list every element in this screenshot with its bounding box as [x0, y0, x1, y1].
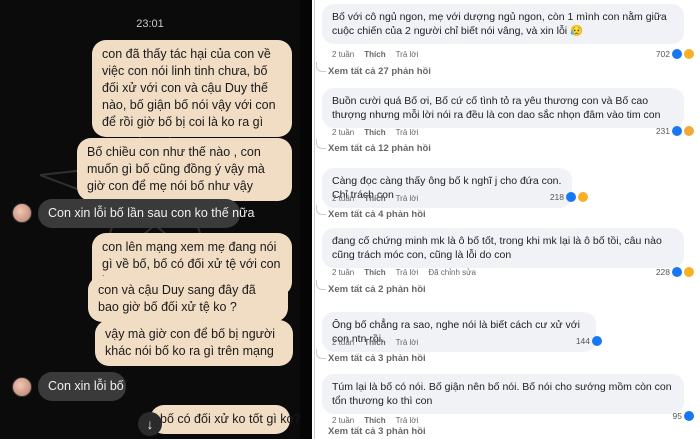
thread-elbow: [316, 62, 326, 72]
chat-message[interactable]: Con xin lỗi bố lần sau con ko thế nữa: [38, 199, 254, 228]
comment-time: 2 tuần: [332, 128, 355, 137]
reaction-count: 218: [549, 192, 564, 202]
like-button[interactable]: Thích: [364, 194, 385, 203]
chat-message[interactable]: vậy mà giờ con để bố bị người khác nói b…: [95, 320, 293, 366]
like-reaction-icon: [566, 192, 576, 202]
reaction-count: 231: [655, 126, 670, 136]
comment-meta: 2 tuần Thích Trả lời: [332, 338, 418, 347]
comment-text: Bố với cô ngủ ngon, mẹ với dượng ngủ ngo…: [322, 4, 684, 44]
view-replies-link[interactable]: Xem tất cả 3 phản hồi: [328, 426, 426, 437]
panel-divider: [300, 0, 312, 439]
reaction-count: 228: [655, 267, 670, 277]
chat-message[interactable]: con đã thấy tác hại của con về việc con …: [92, 40, 292, 137]
sad-reaction-icon: [684, 126, 694, 136]
comment-meta: 2 tuần Thích Trả lời: [332, 416, 418, 425]
edited-label: Đã chỉnh sửa: [428, 268, 476, 277]
thread-line: [314, 0, 315, 439]
like-button[interactable]: Thích: [364, 416, 385, 425]
like-reaction-icon: [672, 126, 682, 136]
arrow-down-icon[interactable]: ↓: [138, 412, 162, 436]
haha-reaction-icon: [578, 192, 588, 202]
chat-message[interactable]: Bố chiều con như thế nào , con muốn gì b…: [77, 138, 292, 201]
reaction-count: 95: [672, 411, 682, 421]
view-replies-link[interactable]: Xem tất cả 2 phản hồi: [328, 284, 426, 295]
reply-button[interactable]: Trả lời: [396, 268, 419, 277]
comment-meta: 2 tuần Thích Trả lời: [332, 128, 418, 137]
comment-time: 2 tuần: [332, 268, 355, 277]
reply-button[interactable]: Trả lời: [396, 128, 419, 137]
reaction-summary[interactable]: 95: [673, 411, 694, 421]
comments-panel: Bố với cô ngủ ngon, mẹ với dượng ngủ ngo…: [312, 0, 700, 439]
reaction-summary[interactable]: 218: [550, 192, 588, 202]
view-replies-link[interactable]: Xem tất cả 27 phản hồi: [328, 66, 431, 77]
reaction-count: 702: [655, 49, 670, 59]
like-reaction-icon: [684, 411, 694, 421]
thread-elbow: [316, 280, 326, 290]
reaction-count: 144: [575, 336, 590, 346]
like-button[interactable]: Thích: [364, 338, 385, 347]
chat-message[interactable]: bố có đối xử ko tốt gì ko?: [150, 405, 300, 434]
reaction-summary[interactable]: 144: [576, 336, 602, 346]
view-replies-link[interactable]: Xem tất cả 12 phản hồi: [328, 143, 431, 154]
like-reaction-icon: [592, 336, 602, 346]
comment-text: đang cố chứng minh mk là ô bố tốt, trong…: [322, 228, 684, 268]
like-reaction-icon: [672, 267, 682, 277]
reply-button[interactable]: Trả lời: [396, 416, 419, 425]
contact-avatar[interactable]: [12, 203, 32, 223]
thread-elbow: [316, 205, 326, 215]
comment-time: 2 tuần: [332, 338, 355, 347]
thread-elbow: [316, 349, 326, 359]
comment-time: 2 tuần: [332, 50, 355, 59]
comment-time: 2 tuần: [332, 194, 355, 203]
reaction-summary[interactable]: 228: [656, 267, 694, 277]
status-time: 23:01: [136, 18, 164, 30]
chat-message[interactable]: con và cậu Duy sang đây đã bao giờ bố đố…: [88, 276, 288, 322]
comment-time: 2 tuần: [332, 416, 355, 425]
like-reaction-icon: [672, 49, 682, 59]
comment-meta: 2 tuần Thích Trả lời: [332, 50, 418, 59]
comment-meta: 2 tuần Thích Trả lời Đã chỉnh sửa: [332, 268, 476, 277]
comment-meta: 2 tuần Thích Trả lời: [332, 194, 418, 203]
chat-message[interactable]: Con xin lỗi bố: [38, 372, 126, 401]
view-replies-link[interactable]: Xem tất cả 4 phản hồi: [328, 209, 426, 220]
contact-avatar[interactable]: [12, 377, 32, 397]
comment-text: Buồn cười quá Bố ơi, Bố cứ cố tình tỏ ra…: [322, 88, 684, 128]
comment-text: Túm lại là bố có nói. Bố giận nên bố nói…: [322, 374, 684, 414]
haha-reaction-icon: [684, 267, 694, 277]
chat-panel: 23:01 con đã thấy tác hại của con về việ…: [0, 0, 300, 439]
reply-button[interactable]: Trả lời: [396, 50, 419, 59]
like-button[interactable]: Thích: [364, 268, 385, 277]
thread-elbow: [316, 139, 326, 149]
reaction-summary[interactable]: 231: [656, 126, 694, 136]
reply-button[interactable]: Trả lời: [396, 194, 419, 203]
view-replies-link[interactable]: Xem tất cả 3 phản hồi: [328, 353, 426, 364]
like-button[interactable]: Thích: [364, 50, 385, 59]
haha-reaction-icon: [684, 49, 694, 59]
reaction-summary[interactable]: 702: [656, 49, 694, 59]
reply-button[interactable]: Trả lời: [396, 338, 419, 347]
like-button[interactable]: Thích: [364, 128, 385, 137]
